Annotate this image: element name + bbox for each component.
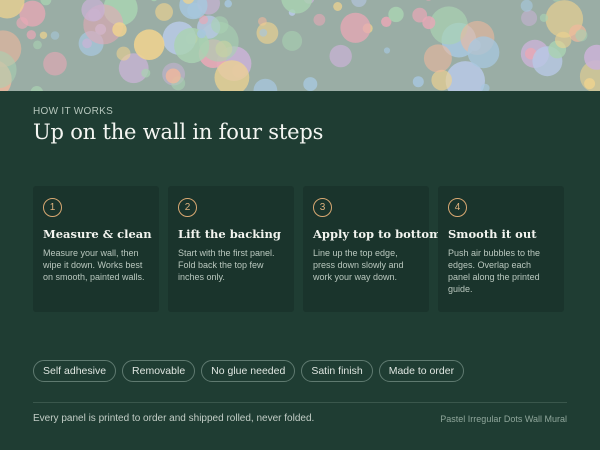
footer-divider — [33, 402, 567, 403]
step-title: Lift the backing — [178, 227, 281, 241]
tag-no-glue-needed: No glue needed — [201, 360, 296, 382]
pattern-dot — [281, 0, 313, 14]
section-title: Up on the wall in four steps — [33, 120, 324, 144]
pattern-dot — [26, 30, 36, 40]
pattern-dot — [425, 0, 432, 1]
step-card-3: 3 Apply top to bottom Line up the top ed… — [303, 186, 442, 312]
pattern-dot — [253, 78, 278, 91]
tag-made-to-order: Made to order — [378, 360, 465, 382]
step-number-badge: 1 — [43, 198, 62, 217]
pattern-dot — [520, 0, 533, 12]
pattern-dot — [39, 31, 48, 39]
steps-list: 1 Measure & clean Measure your wall, the… — [33, 186, 564, 312]
step-title: Measure & clean — [43, 227, 152, 241]
pattern-dot — [575, 29, 588, 42]
pattern-dot — [211, 16, 229, 34]
dots-pattern — [0, 0, 600, 91]
step-description: Line up the top edge, press down slowly … — [313, 248, 404, 282]
pattern-dot — [151, 0, 157, 2]
pattern-dot — [116, 46, 131, 61]
pattern-dot — [224, 0, 232, 8]
tag-self-adhesive: Self adhesive — [33, 360, 117, 382]
section-eyebrow: HOW IT WORKS — [33, 106, 114, 117]
pattern-dot — [112, 22, 127, 37]
pattern-dot — [282, 30, 303, 51]
pattern-dot — [521, 10, 538, 26]
pattern-dot — [50, 31, 60, 40]
step-title: Apply top to bottom — [313, 227, 442, 241]
pattern-dot — [333, 2, 343, 11]
pattern-dot — [431, 69, 453, 91]
step-title: Smooth it out — [448, 227, 537, 241]
step-number-badge: 3 — [313, 198, 332, 217]
pattern-dot — [303, 77, 318, 91]
pattern-dot — [340, 12, 371, 43]
pattern-dot — [383, 47, 391, 54]
step-number-badge: 4 — [448, 198, 467, 217]
pattern-dot — [259, 28, 268, 37]
pattern-dot — [412, 76, 424, 88]
pattern-dot — [412, 7, 428, 23]
pattern-dot — [82, 38, 92, 49]
step-card-1: 1 Measure & clean Measure your wall, the… — [33, 186, 159, 312]
pattern-dot — [155, 3, 174, 21]
pattern-dot — [33, 40, 42, 50]
tag-satin-finish: Satin finish — [301, 360, 373, 382]
pattern-dot — [43, 51, 67, 76]
pattern-dot — [313, 13, 326, 26]
step-description: Push air bubbles to the edges. Overlap e… — [448, 248, 541, 294]
product-name: Pastel Irregular Dots Wall Mural — [440, 414, 567, 424]
pattern-dot — [329, 44, 352, 68]
feature-tags: Self adhesive Removable No glue needed S… — [33, 360, 465, 382]
how-it-works-section: HOW IT WORKS Up on the wall in four step… — [0, 91, 600, 450]
pattern-dot — [555, 31, 572, 49]
pattern-dot — [351, 0, 367, 7]
pattern-dot — [133, 29, 165, 60]
pattern-dot — [539, 13, 549, 22]
pattern-dot — [467, 36, 500, 69]
tag-removable: Removable — [122, 360, 196, 382]
step-description: Measure your wall, then wipe it down. Wo… — [43, 248, 145, 282]
pattern-dot — [423, 44, 452, 73]
step-card-4: 4 Smooth it out Push air bubbles to the … — [438, 186, 564, 312]
mural-pattern-banner — [0, 0, 600, 91]
pattern-dot — [40, 0, 52, 6]
pattern-dot — [141, 68, 151, 78]
pattern-dot — [388, 6, 404, 23]
shipping-note: Every panel is printed to order and ship… — [33, 413, 315, 424]
pattern-dot — [197, 29, 206, 39]
step-card-2: 2 Lift the backing Start with the first … — [168, 186, 294, 312]
step-number-badge: 2 — [178, 198, 197, 217]
step-description: Start with the first panel. Fold back th… — [178, 248, 275, 282]
pattern-dot — [165, 68, 181, 84]
